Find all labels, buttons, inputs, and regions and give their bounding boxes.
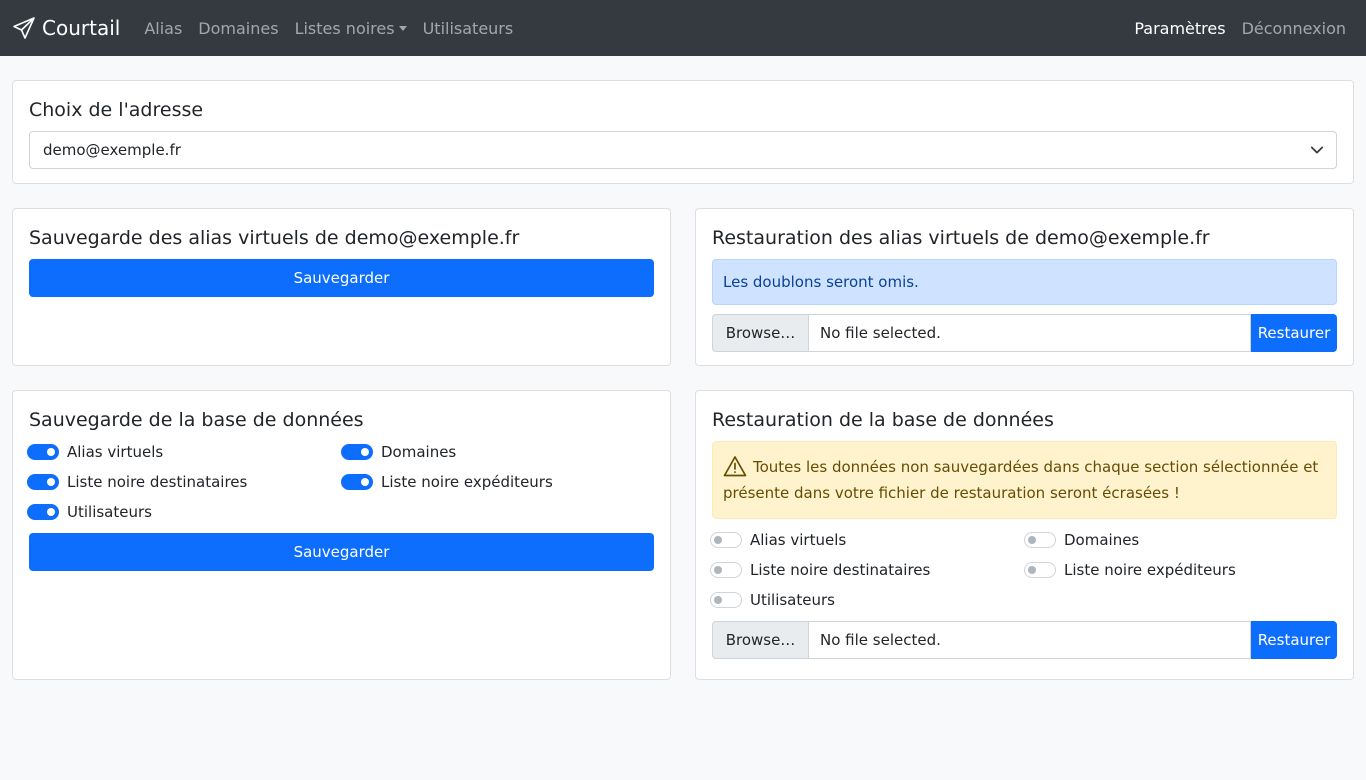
db-restore-switches: Alias virtuels Domaines Liste noire dest… [710,529,1337,611]
switch-label: Domaines [381,443,457,461]
address-selected-value: demo@exemple.fr [43,141,181,159]
warning-text: Toutes les données non sauvegardées dans… [723,458,1319,502]
brand[interactable]: Courtail [12,16,120,40]
address-select[interactable]: demo@exemple.fr [29,131,1337,169]
switch-label: Liste noire expéditeurs [1064,561,1236,579]
db-backup-title: Sauvegarde de la base de données [29,409,364,431]
alias-restore-button[interactable]: Restaurer [1251,314,1337,352]
alias-browse-button[interactable]: Browse… [712,314,808,352]
warning-triangle-icon [723,456,747,477]
paper-plane-icon [13,17,35,39]
address-card: Choix de l'adresse demo@exemple.fr [12,80,1354,184]
switch-label: Utilisateurs [67,503,152,521]
nav-alias[interactable]: Alias [136,19,190,38]
navbar: Courtail Alias Domaines Listes noires Ut… [0,0,1366,56]
db-backup-button[interactable]: Sauvegarder [29,533,654,571]
switch-label: Utilisateurs [750,591,835,609]
switch-label: Alias virtuels [750,531,847,549]
restore-liste-noire-expediteurs-toggle[interactable] [1024,562,1056,578]
alias-restore-title: Restauration des alias virtuels de demo@… [712,227,1210,249]
dropdown-caret-icon [398,25,407,31]
alias-file-name[interactable]: No file selected. [808,314,1251,352]
alias-backup-title: Sauvegarde des alias virtuels de demo@ex… [29,227,520,249]
backup-liste-noire-destinataires-toggle[interactable] [27,474,59,490]
db-file-name[interactable]: No file selected. [808,621,1251,659]
alias-restore-file-input: Browse… No file selected. Restaurer [712,314,1337,352]
switch-label: Liste noire destinataires [67,473,248,491]
alias-backup-card: Sauvegarde des alias virtuels de demo@ex… [12,208,671,366]
restore-utilisateurs-toggle[interactable] [710,592,742,608]
switch-row: Utilisateurs [710,589,1024,611]
switch-row: Alias virtuels [710,529,1024,551]
backup-alias-virtuels-toggle[interactable] [27,444,59,460]
switch-row: Liste noire expéditeurs [341,471,654,493]
brand-name: Courtail [42,16,121,40]
restore-alias-virtuels-toggle[interactable] [710,532,742,548]
switch-row: Liste noire expéditeurs [1024,559,1337,581]
overwrite-warning-alert: Toutes les données non sauvegardées dans… [712,441,1337,519]
backup-utilisateurs-toggle[interactable] [27,504,59,520]
switch-row: Liste noire destinataires [710,559,1024,581]
restore-liste-noire-destinataires-toggle[interactable] [710,562,742,578]
restore-domaines-toggle[interactable] [1024,532,1056,548]
switch-row: Liste noire destinataires [27,471,341,493]
nav-listes-noires[interactable]: Listes noires [287,19,415,38]
db-restore-file-input: Browse… No file selected. Restaurer [712,621,1337,659]
db-restore-card: Restauration de la base de données Toute… [695,390,1354,680]
duplicates-info-alert: Les doublons seront omis. [712,259,1337,305]
nav-domaines[interactable]: Domaines [190,19,286,38]
chevron-down-icon [1310,146,1324,154]
db-backup-card: Sauvegarde de la base de données Alias v… [12,390,671,680]
switch-label: Alias virtuels [67,443,164,461]
switch-row: Utilisateurs [27,501,341,523]
switch-label: Liste noire destinataires [750,561,931,579]
nav-listes-noires-label: Listes noires [294,18,395,38]
switch-row: Domaines [341,441,654,463]
alias-restore-card: Restauration des alias virtuels de demo@… [695,208,1354,366]
nav-deconnexion[interactable]: Déconnexion [1234,19,1354,38]
backup-liste-noire-expediteurs-toggle[interactable] [341,474,373,490]
switch-row: Alias virtuels [27,441,341,463]
alias-backup-button[interactable]: Sauvegarder [29,259,654,297]
switch-label: Liste noire expéditeurs [381,473,553,491]
switch-label: Domaines [1064,531,1140,549]
db-browse-button[interactable]: Browse… [712,621,808,659]
db-backup-switches: Alias virtuels Domaines Liste noire dest… [27,441,654,523]
switch-row: Domaines [1024,529,1337,551]
nav-utilisateurs[interactable]: Utilisateurs [415,19,522,38]
db-restore-button[interactable]: Restaurer [1251,621,1337,659]
backup-domaines-toggle[interactable] [341,444,373,460]
nav-parametres[interactable]: Paramètres [1126,19,1233,38]
db-restore-title: Restauration de la base de données [712,409,1054,431]
address-title: Choix de l'adresse [29,99,204,121]
